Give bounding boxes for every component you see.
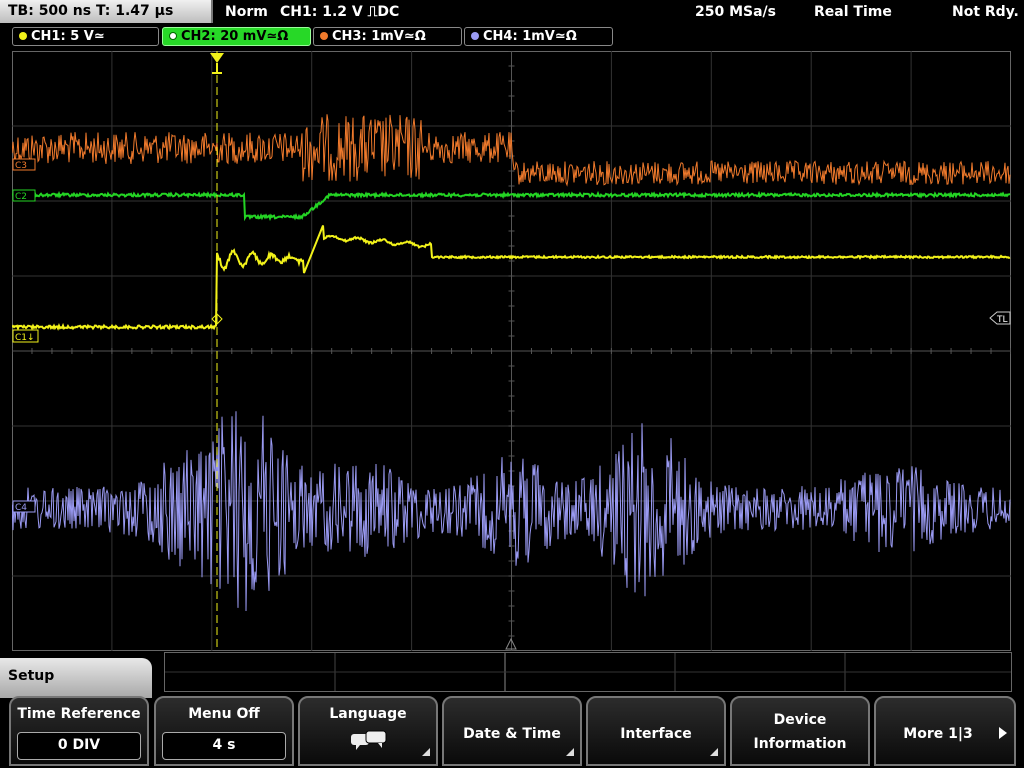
channel-tab-ch4[interactable]: CH4: 1mV≃Ω: [464, 27, 613, 46]
trigger-mode[interactable]: Norm: [225, 0, 268, 24]
svg-text:C3: C3: [15, 161, 27, 171]
speech-bubbles-icon: [351, 730, 387, 750]
time-reference-label: Time Reference: [17, 706, 141, 722]
ch3-color-dot: [320, 32, 328, 40]
sample-rate: 250 MSa/s: [695, 4, 777, 20]
time-reference-value[interactable]: 0 DIV: [17, 732, 141, 760]
ch4-label: CH4: 1mV≃Ω: [483, 29, 577, 44]
trigger-info[interactable]: CH1: 1.2 V ⎍DC: [280, 0, 399, 24]
svg-text:TL: TL: [996, 315, 1008, 325]
interface-label: Interface: [620, 726, 692, 742]
softkey-menu-off[interactable]: Menu Off 4 s: [154, 696, 294, 766]
ch2-label: CH2: 20 mV≃Ω: [181, 29, 289, 44]
acquisition-state: Not Rdy.: [952, 4, 1019, 20]
ch2-color-dot: [169, 32, 177, 40]
waveform-display[interactable]: C3 C2 C1↓ C4 TL: [11, 50, 1012, 652]
submenu-indicator-icon: [422, 748, 430, 756]
submenu-indicator-icon: [710, 748, 718, 756]
channel-tab-ch2[interactable]: CH2: 20 mV≃Ω: [162, 27, 311, 46]
softkey-interface[interactable]: Interface: [586, 696, 726, 766]
menu-title-tab: Setup: [0, 658, 152, 698]
ch1-label: CH1: 5 V≃: [31, 29, 105, 44]
softkey-time-reference[interactable]: Time Reference 0 DIV: [9, 696, 149, 766]
next-page-arrow-icon: [999, 727, 1007, 739]
channel-tab-ch3[interactable]: CH3: 1mV≃Ω: [313, 27, 462, 46]
ch3-offset-marker[interactable]: C3: [12, 158, 36, 171]
softkey-language[interactable]: Language: [298, 696, 438, 766]
more-label: More 1|3: [903, 726, 973, 742]
ch1-offset-marker[interactable]: C1↓: [12, 329, 39, 343]
overview-grid: [165, 653, 1011, 691]
ch4-color-dot: [471, 32, 479, 40]
svg-text:C2: C2: [15, 192, 27, 202]
ch1-color-dot: [19, 32, 27, 40]
softkey-more[interactable]: More 1|3: [874, 696, 1016, 766]
timebase-readout[interactable]: TB: 500 ns T: 1.47 µs: [0, 0, 213, 23]
svg-text:C1↓: C1↓: [15, 333, 35, 343]
information-label: Information: [753, 736, 847, 752]
language-label: Language: [329, 706, 407, 722]
ch2-offset-marker[interactable]: C2: [12, 189, 36, 202]
menu-title: Setup: [8, 668, 55, 684]
softkey-device-information[interactable]: Device Information: [730, 696, 870, 766]
date-time-label: Date & Time: [463, 726, 561, 742]
trigger-level-marker[interactable]: TL: [989, 311, 1011, 325]
submenu-indicator-icon: [566, 748, 574, 756]
ch4-offset-marker[interactable]: C4: [12, 500, 36, 513]
zoom-overview-strip[interactable]: [164, 652, 1012, 692]
status-bar: TB: 500 ns T: 1.47 µs Norm CH1: 1.2 V ⎍D…: [0, 0, 1024, 24]
svg-text:C4: C4: [15, 503, 27, 513]
menu-off-label: Menu Off: [188, 706, 260, 722]
channel-tab-ch1[interactable]: CH1: 5 V≃: [12, 27, 159, 46]
ch3-label: CH3: 1mV≃Ω: [332, 29, 426, 44]
menu-off-value[interactable]: 4 s: [162, 732, 286, 760]
device-label: Device: [773, 712, 827, 728]
acquisition-mode[interactable]: Real Time: [814, 0, 892, 24]
softkey-date-time[interactable]: Date & Time: [442, 696, 582, 766]
